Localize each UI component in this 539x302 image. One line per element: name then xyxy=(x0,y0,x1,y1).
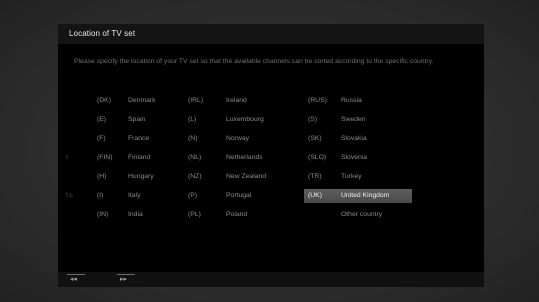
country-code: (E) xyxy=(97,116,107,123)
tv-frame: Location of TV set Please specify the lo… xyxy=(0,0,539,302)
country-code: (TR) xyxy=(308,173,322,180)
country-name: New Zealand xyxy=(226,173,267,180)
country-code: (L) xyxy=(188,116,197,123)
country-code: (FIN) xyxy=(97,154,113,161)
navigation-bar: ◂◂ ▸▸ xyxy=(58,272,484,287)
fast-forward-icon: ▸▸ xyxy=(120,276,128,283)
country-code: (DK) xyxy=(97,97,111,104)
country-name: Netherlands xyxy=(226,154,263,161)
edge-mark: I xyxy=(66,154,68,161)
title-bar: Location of TV set xyxy=(58,24,484,44)
country-name: Ireland xyxy=(226,97,247,104)
country-name: Hungary xyxy=(128,173,154,180)
country-name: United Kingdom xyxy=(341,192,390,199)
country-name: Poland xyxy=(226,211,248,218)
country-code: (NZ) xyxy=(188,173,202,180)
country-name: France xyxy=(128,135,150,142)
previous-page-button[interactable]: ◂◂ xyxy=(67,274,85,284)
country-code: (IN) xyxy=(97,211,109,218)
menu-panel: Location of TV set Please specify the lo… xyxy=(58,24,484,287)
country-code: (I) xyxy=(97,192,104,199)
country-code: (PL) xyxy=(188,211,201,218)
country-name: Slovenia xyxy=(341,154,368,161)
edge-mark: I:c xyxy=(66,192,73,199)
country-name: Turkey xyxy=(341,173,362,180)
rewind-icon: ◂◂ xyxy=(70,276,78,283)
country-code: (P) xyxy=(188,192,198,199)
country-name: Russia xyxy=(341,97,362,104)
country-code: (UK) xyxy=(308,192,322,199)
country-name: Sweden xyxy=(341,116,366,123)
country-name: Other country xyxy=(341,211,383,218)
country-code: (RUS) xyxy=(308,97,327,104)
instructions-text: Please specify the location of your TV s… xyxy=(74,58,434,65)
country-name: Slovakia xyxy=(341,135,367,142)
country-code: (NL) xyxy=(188,154,202,161)
country-code: (IRL) xyxy=(188,97,204,104)
country-name: Italy xyxy=(128,192,141,199)
country-code: (N) xyxy=(188,135,198,142)
country-name: Spain xyxy=(128,116,146,123)
country-code: (H) xyxy=(97,173,107,180)
country-code: (SLO) xyxy=(308,154,327,161)
next-page-button[interactable]: ▸▸ xyxy=(117,274,135,284)
country-name: Portugal xyxy=(226,192,252,199)
country-code: (S) xyxy=(308,116,318,123)
country-code: (SK) xyxy=(308,135,322,142)
page-title: Location of TV set xyxy=(69,29,136,38)
country-name: Norway xyxy=(226,135,250,142)
country-code: (F) xyxy=(97,135,106,142)
country-name: Denmark xyxy=(128,97,156,104)
country-name: India xyxy=(128,211,143,218)
country-name: Luxembourg xyxy=(226,116,264,123)
country-name: Finland xyxy=(128,154,151,161)
